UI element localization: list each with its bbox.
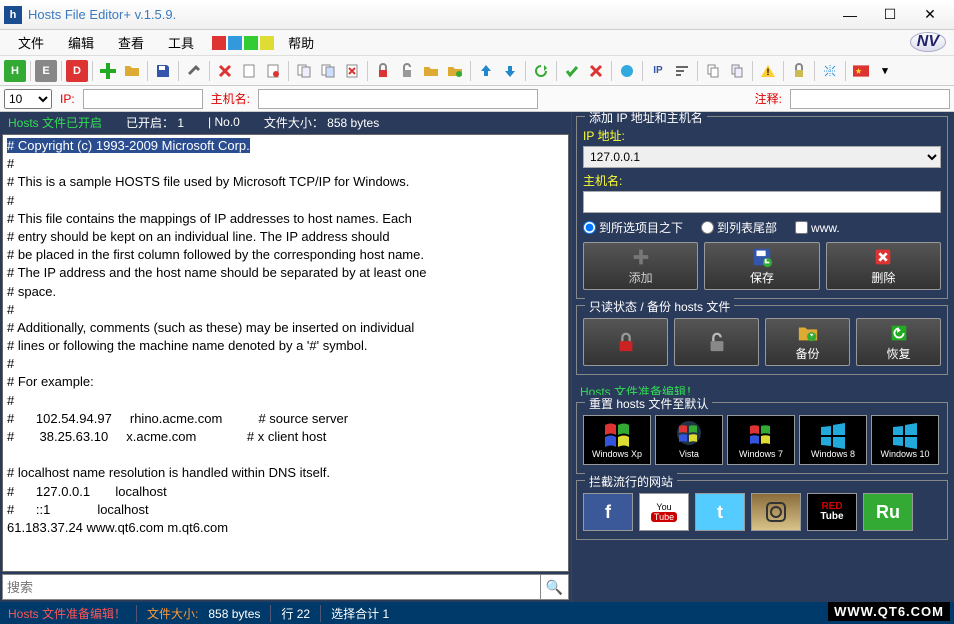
ip-label: IP: [60, 92, 75, 106]
host-field-label: 主机名: [583, 172, 941, 189]
bottom-sel: 选择合计 1 [320, 605, 389, 622]
backup-button[interactable]: 备份 [765, 318, 850, 366]
status-opened: Hosts 文件已开启 [8, 114, 102, 131]
rutracker-button[interactable]: Ru [863, 493, 913, 531]
sort-icon[interactable] [671, 60, 693, 82]
copy1-icon[interactable] [293, 60, 315, 82]
warn-icon[interactable]: ! [757, 60, 779, 82]
fold1-icon[interactable] [420, 60, 442, 82]
bottom-size-value: 858 bytes [208, 607, 260, 621]
status-no: | No.0 [208, 115, 240, 129]
host-input[interactable] [583, 191, 941, 213]
os-win7-button[interactable]: Windows 7 [727, 415, 795, 465]
doc2-icon[interactable] [262, 60, 284, 82]
host-filter-input[interactable] [258, 89, 538, 109]
network-icon[interactable] [616, 60, 638, 82]
add-panel-title: 添加 IP 地址和主机名 [585, 112, 707, 126]
status-size: 文件大小： 858 bytes [264, 114, 379, 131]
doc1-icon[interactable] [238, 60, 260, 82]
twitter-button[interactable]: t [695, 493, 745, 531]
count-select[interactable]: 10 [4, 89, 52, 109]
down-icon[interactable] [499, 60, 521, 82]
delete-button[interactable]: 删除 [826, 242, 941, 290]
save-button[interactable]: 保存 [704, 242, 819, 290]
copy2-icon[interactable] [317, 60, 339, 82]
add-button[interactable]: 添加 [583, 242, 698, 290]
x-icon[interactable] [585, 60, 607, 82]
clear-icon[interactable] [341, 60, 363, 82]
app-icon: h [4, 6, 22, 24]
host-label: 主机名: [211, 90, 250, 107]
ip-filter-input[interactable] [83, 89, 203, 109]
dropdown-icon[interactable]: ▾ [874, 60, 896, 82]
flag-icon[interactable]: ★ [850, 60, 872, 82]
tool-h-button[interactable]: H [4, 60, 26, 82]
os-xp-button[interactable]: Windows Xp [583, 415, 651, 465]
toolbar: H E D IP ! ★ ▾ [0, 56, 954, 86]
menu-file[interactable]: 文件 [8, 31, 54, 54]
copy3-icon[interactable] [702, 60, 724, 82]
svg-text:!: ! [767, 67, 770, 77]
search-input[interactable] [2, 574, 541, 600]
close-button[interactable]: ✕ [910, 4, 950, 26]
remark-label: 注释: [755, 90, 782, 107]
expand-icon[interactable] [819, 60, 841, 82]
facebook-button[interactable]: f [583, 493, 633, 531]
qt6-watermark: WWW.QT6.COM [828, 602, 950, 621]
refresh-icon[interactable] [530, 60, 552, 82]
add-icon[interactable] [97, 60, 119, 82]
os-vista-button[interactable]: Vista [655, 415, 723, 465]
redtube-button[interactable]: REDTube [807, 493, 857, 531]
lock-gray-button[interactable] [674, 318, 759, 366]
delete-icon[interactable] [214, 60, 236, 82]
search-button[interactable]: 🔍 [541, 574, 569, 600]
window-title: Hosts File Editor+ v.1.5.9. [28, 7, 830, 22]
copy4-icon[interactable] [726, 60, 748, 82]
ip-select[interactable]: 127.0.0.1 [583, 146, 941, 168]
lock-off-icon[interactable] [396, 60, 418, 82]
reset-panel-title: 重置 hosts 文件至默认 [585, 395, 712, 412]
tools-icon[interactable] [183, 60, 205, 82]
ip-field-label: IP 地址: [583, 127, 941, 144]
save-icon[interactable] [152, 60, 174, 82]
menu-flags[interactable] [212, 36, 274, 50]
menu-view[interactable]: 查看 [108, 31, 154, 54]
instagram-button[interactable] [751, 493, 801, 531]
check-www[interactable]: www. [795, 221, 840, 235]
readonly-panel-title: 只读状态 / 备份 hosts 文件 [585, 298, 734, 315]
hosts-editor[interactable]: # Copyright (c) 1993-2009 Microsoft Corp… [2, 134, 569, 572]
menu-help[interactable]: 帮助 [278, 31, 324, 54]
status-enabled: 已开启： 1 [126, 114, 184, 131]
lock-red-button[interactable] [583, 318, 668, 366]
menu-edit[interactable]: 编辑 [58, 31, 104, 54]
menu-tools[interactable]: 工具 [158, 31, 204, 54]
youtube-button[interactable]: YouTube [639, 493, 689, 531]
lock2-icon[interactable] [788, 60, 810, 82]
lock-on-icon[interactable] [372, 60, 394, 82]
fold2-icon[interactable] [444, 60, 466, 82]
up-icon[interactable] [475, 60, 497, 82]
ip-icon[interactable]: IP [647, 60, 669, 82]
os-win10-button[interactable]: Windows 10 [871, 415, 939, 465]
remark-filter-input[interactable] [790, 89, 950, 109]
maximize-button[interactable]: ☐ [870, 4, 910, 26]
folder-icon[interactable] [121, 60, 143, 82]
bottom-line: 行 22 [270, 605, 310, 622]
check-icon[interactable] [561, 60, 583, 82]
tool-e-button[interactable]: E [35, 60, 57, 82]
radio-below[interactable]: 到所选项目之下 [583, 219, 683, 236]
bottom-size-label: 文件大小: [147, 607, 198, 621]
tool-d-button[interactable]: D [66, 60, 88, 82]
restore-button[interactable]: 恢复 [856, 318, 941, 366]
block-panel-title: 拦截流行的网站 [585, 473, 677, 490]
os-win8-button[interactable]: Windows 8 [799, 415, 867, 465]
nv-logo: NV [910, 32, 946, 52]
bottom-ready: Hosts 文件准备编辑！ [8, 605, 126, 622]
svg-text:★: ★ [854, 66, 862, 75]
minimize-button[interactable]: — [830, 4, 870, 26]
radio-end[interactable]: 到列表尾部 [701, 219, 777, 236]
